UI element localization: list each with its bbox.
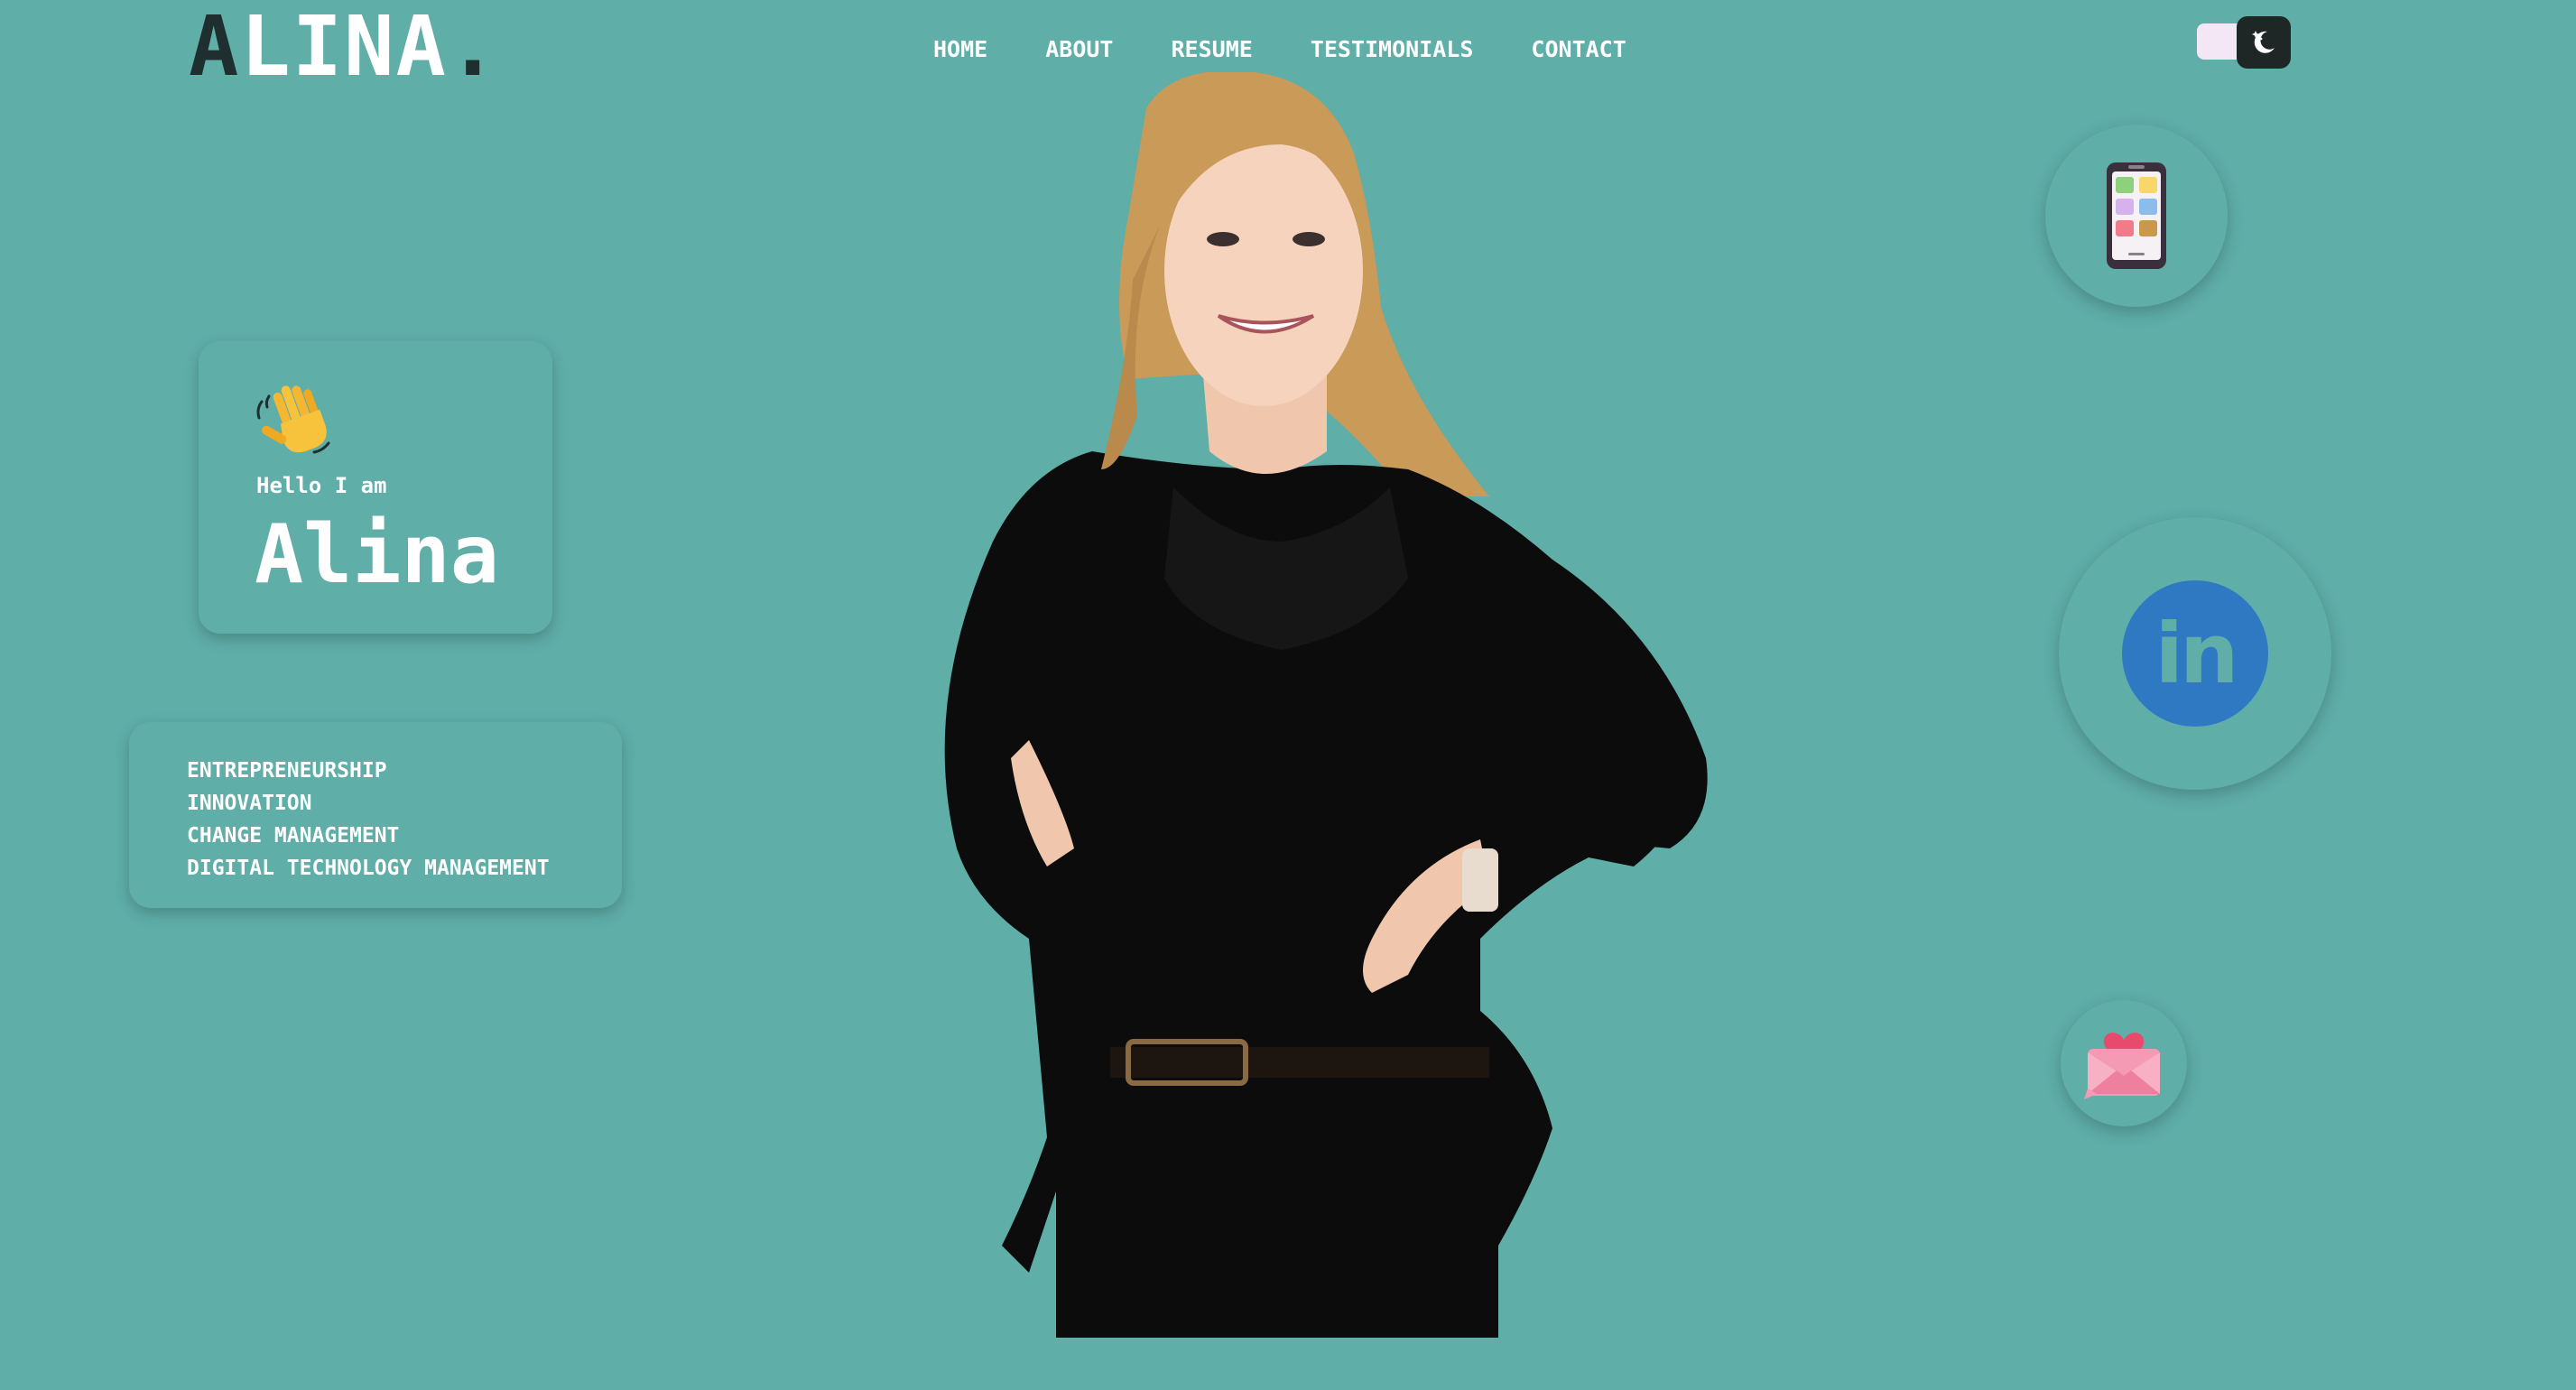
linkedin-label: in xyxy=(2154,605,2238,702)
skill-item: ENTREPRENEURSHIP xyxy=(187,759,387,783)
greeting-text: Hello I am xyxy=(256,473,387,498)
nav-testimonials[interactable]: TESTIMONIALS xyxy=(1311,36,1474,62)
skill-item: DIGITAL TECHNOLOGY MANAGEMENT xyxy=(187,857,550,880)
phone-button[interactable] xyxy=(2045,125,2228,307)
skills-card: ENTREPRENEURSHIP INNOVATION CHANGE MANAG… xyxy=(129,722,622,908)
theme-toggle[interactable] xyxy=(2197,16,2291,69)
skill-item: INNOVATION xyxy=(187,792,312,815)
toggle-knob xyxy=(2237,16,2291,69)
logo-text: LINA xyxy=(240,0,448,95)
mail-button[interactable] xyxy=(2061,1000,2187,1126)
mail-icon xyxy=(2084,1033,2160,1099)
linkedin-icon: in xyxy=(2122,580,2268,727)
skills-list: ENTREPRENEURSHIP INNOVATION CHANGE MANAG… xyxy=(129,722,622,885)
nav-home[interactable]: HOME xyxy=(933,36,987,62)
waving-hand-icon xyxy=(255,382,336,463)
nav-resume[interactable]: RESUME xyxy=(1171,36,1252,62)
nav-about[interactable]: ABOUT xyxy=(1045,36,1113,62)
logo-first-letter: A xyxy=(189,0,241,95)
main-nav: HOME ABOUT RESUME TESTIMONIALS CONTACT xyxy=(933,36,1626,62)
site-logo[interactable]: ALINA. xyxy=(189,5,499,88)
logo-dot: . xyxy=(447,0,500,95)
hero-name: Alina xyxy=(255,507,499,602)
portrait-image xyxy=(944,72,1708,1338)
intro-card: Hello I am Alina xyxy=(199,341,552,634)
moon-icon xyxy=(2252,31,2275,53)
nav-contact[interactable]: CONTACT xyxy=(1531,36,1626,62)
linkedin-button[interactable]: in xyxy=(2059,517,2331,790)
phone-icon xyxy=(2107,162,2166,269)
skill-item: CHANGE MANAGEMENT xyxy=(187,824,400,848)
